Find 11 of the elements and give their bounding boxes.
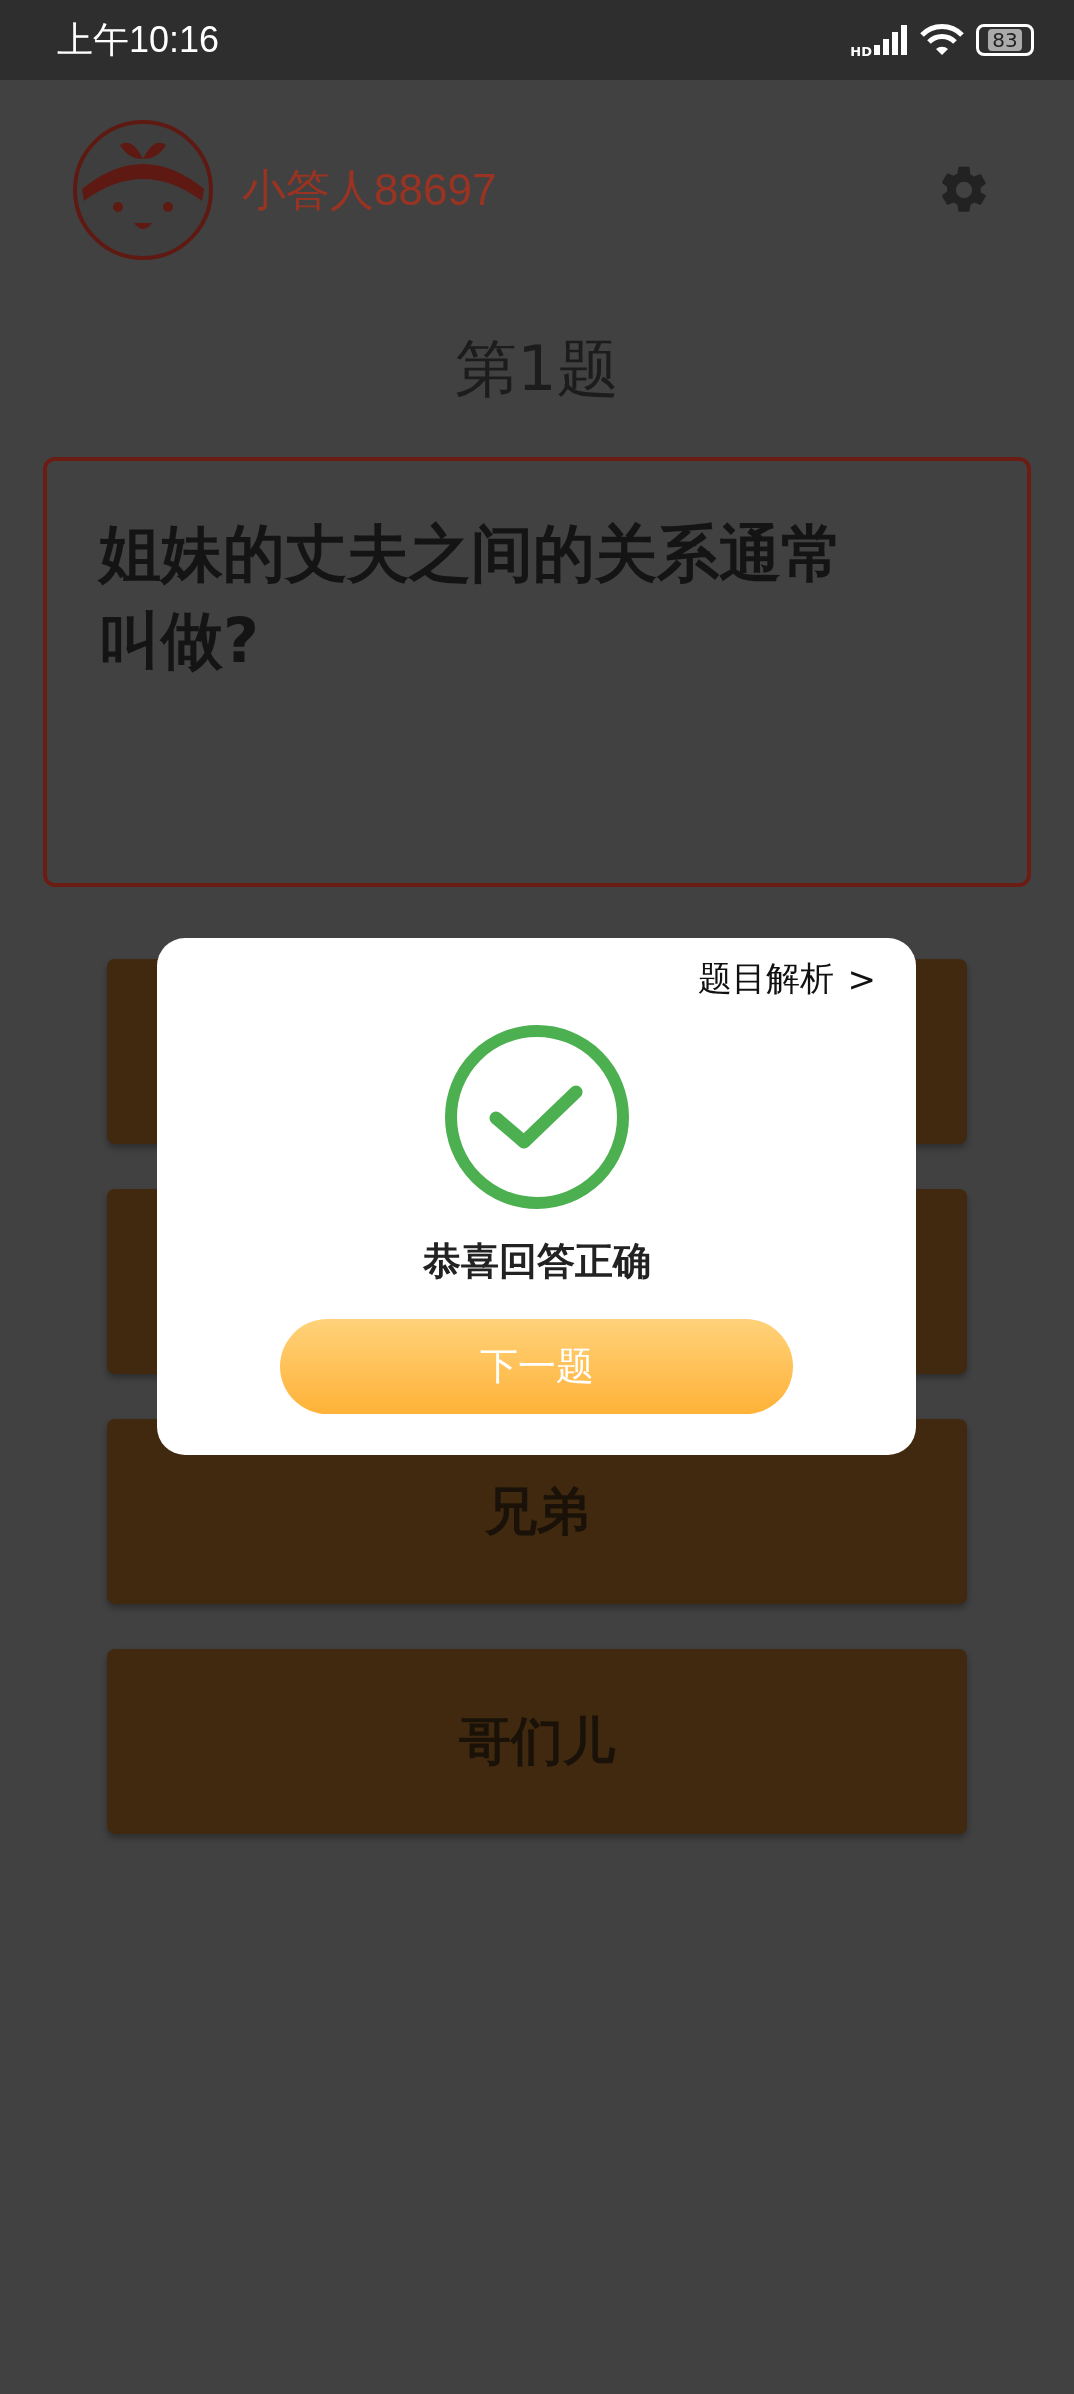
next-question-button[interactable]: 下一题 [280, 1319, 793, 1414]
signal-icon [874, 25, 908, 55]
status-time: 上午10:16 [57, 17, 220, 62]
network-label: HD [850, 43, 872, 59]
check-circle-icon [443, 1024, 630, 1210]
username: 小答人88697 [242, 163, 497, 216]
avatar-icon [72, 119, 214, 261]
analysis-link[interactable]: 题目解析 > [697, 956, 876, 1002]
wifi-icon [920, 23, 964, 57]
success-message: 恭喜回答正确 [422, 1238, 651, 1285]
battery-icon: 83 [976, 24, 1034, 56]
